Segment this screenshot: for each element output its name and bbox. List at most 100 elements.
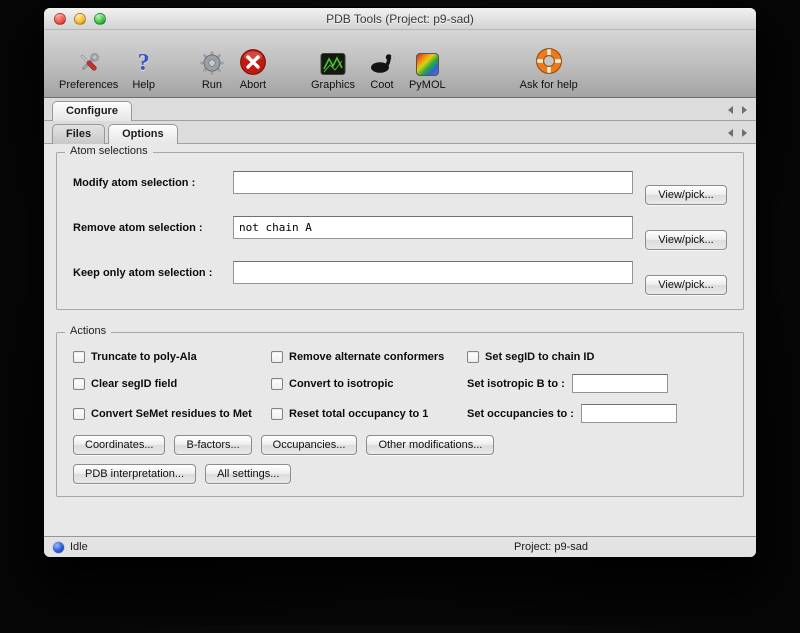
b-factors-button[interactable]: B-factors...: [174, 435, 251, 455]
graphics-button[interactable]: Graphics: [304, 46, 362, 91]
checkbox-icon[interactable]: [73, 408, 85, 420]
graphics-icon: [320, 46, 346, 76]
ask-for-help-label: Ask for help: [520, 79, 578, 91]
tab-scroll-left-icon[interactable]: [728, 106, 733, 114]
checkbox-clear-segid-field[interactable]: Clear segID field: [73, 378, 271, 390]
remove-selection-label: Remove atom selection :: [73, 216, 233, 234]
sub-tab-bar: Files Options: [44, 121, 756, 144]
checkbox-icon[interactable]: [467, 351, 479, 363]
status-bar: Idle Project: p9-sad: [44, 536, 756, 557]
coot-bird-icon: [369, 46, 395, 76]
other-modifications-button[interactable]: Other modifications...: [366, 435, 494, 455]
checkbox-icon[interactable]: [271, 351, 283, 363]
set-isotropic-b-field: Set isotropic B to :: [467, 374, 727, 393]
checkbox-reset-total-occupancy[interactable]: Reset total occupancy to 1: [271, 408, 467, 420]
checkbox-icon[interactable]: [73, 378, 85, 390]
help-label: Help: [132, 79, 155, 91]
status-indicator-icon: [53, 542, 64, 553]
coot-label: Coot: [370, 79, 393, 91]
titlebar[interactable]: PDB Tools (Project: p9-sad): [44, 8, 756, 30]
pdb-interpretation-button[interactable]: PDB interpretation...: [73, 464, 196, 484]
tab-scroll-right-icon[interactable]: [742, 129, 747, 137]
tab-configure-label: Configure: [66, 105, 118, 117]
pymol-button[interactable]: PyMOL: [402, 46, 453, 91]
project-label: Project: p9-sad: [514, 541, 588, 553]
tab-scroll-left-icon[interactable]: [728, 129, 733, 137]
view-pick-keep-only-button[interactable]: View/pick...: [645, 275, 727, 295]
keep-only-selection-label: Keep only atom selection :: [73, 261, 233, 279]
remove-selection-row: Remove atom selection : View/pick...: [73, 216, 727, 250]
occupancies-button[interactable]: Occupancies...: [261, 435, 358, 455]
modify-selection-row: Modify atom selection : View/pick...: [73, 171, 727, 205]
checkbox-label: Convert SeMet residues to Met: [91, 408, 252, 420]
checkbox-truncate-poly-ala[interactable]: Truncate to poly-Ala: [73, 351, 271, 363]
checkbox-set-segid-to-chain-id[interactable]: Set segID to chain ID: [467, 351, 727, 363]
close-button[interactable]: [54, 13, 66, 25]
isotropic-b-input[interactable]: [572, 374, 668, 393]
all-settings-button[interactable]: All settings...: [205, 464, 291, 484]
minimize-button[interactable]: [74, 13, 86, 25]
atom-selections-group: Atom selections Modify atom selection : …: [56, 152, 744, 310]
occupancies-input[interactable]: [581, 404, 677, 423]
help-button[interactable]: ? Help: [125, 46, 162, 91]
coordinates-button[interactable]: Coordinates...: [73, 435, 165, 455]
preferences-icon: [76, 46, 102, 76]
help-icon: ?: [138, 46, 150, 76]
window-controls: [54, 13, 106, 25]
checkbox-convert-to-isotropic[interactable]: Convert to isotropic: [271, 378, 467, 390]
tab-options[interactable]: Options: [108, 124, 178, 144]
checkbox-icon[interactable]: [271, 378, 283, 390]
set-occupancies-label: Set occupancies to :: [467, 408, 574, 420]
preferences-button[interactable]: Preferences: [52, 46, 125, 91]
tab-scroll-right-icon[interactable]: [742, 106, 747, 114]
options-pane: Atom selections Modify atom selection : …: [44, 144, 756, 536]
checkbox-remove-alternate-conformers[interactable]: Remove alternate conformers: [271, 351, 467, 363]
pymol-label: PyMOL: [409, 79, 446, 91]
modify-selection-label: Modify atom selection :: [73, 171, 233, 189]
abort-button[interactable]: Abort: [232, 46, 274, 91]
view-pick-modify-button[interactable]: View/pick...: [645, 185, 727, 205]
coot-button[interactable]: Coot: [362, 46, 402, 91]
run-label: Run: [202, 79, 222, 91]
main-tab-bar: Configure: [44, 98, 756, 121]
toolbar: Preferences ? Help: [44, 30, 756, 98]
run-gear-icon: [199, 46, 225, 76]
remove-selection-input[interactable]: [233, 216, 633, 239]
set-occupancies-field: Set occupancies to :: [467, 404, 727, 423]
tab-scroll-controls: [728, 106, 747, 114]
ask-for-help-button[interactable]: Ask for help: [513, 46, 585, 91]
checkbox-icon[interactable]: [271, 408, 283, 420]
actions-button-row-1: Coordinates... B-factors... Occupancies.…: [73, 435, 727, 455]
checkbox-icon[interactable]: [73, 351, 85, 363]
checkbox-label: Set segID to chain ID: [485, 351, 594, 363]
checkbox-label: Convert to isotropic: [289, 378, 394, 390]
atom-selections-title: Atom selections: [65, 145, 153, 157]
pdb-tools-window: PDB Tools (Project: p9-sad): [44, 8, 756, 557]
actions-button-row-2: PDB interpretation... All settings...: [73, 464, 727, 484]
modify-selection-input[interactable]: [233, 171, 633, 194]
window-title: PDB Tools (Project: p9-sad): [44, 8, 756, 29]
actions-group: Actions Truncate to poly-Ala Remove alte…: [56, 332, 744, 497]
pymol-icon: [416, 46, 439, 76]
abort-icon: [239, 46, 267, 76]
tab-files[interactable]: Files: [52, 124, 105, 144]
checkbox-label: Truncate to poly-Ala: [91, 351, 197, 363]
keep-only-selection-row: Keep only atom selection : View/pick...: [73, 261, 727, 295]
preferences-label: Preferences: [59, 79, 118, 91]
zoom-button[interactable]: [94, 13, 106, 25]
view-pick-remove-button[interactable]: View/pick...: [645, 230, 727, 250]
actions-checkbox-grid: Truncate to poly-Ala Remove alternate co…: [73, 351, 727, 423]
checkbox-convert-semet-to-met[interactable]: Convert SeMet residues to Met: [73, 408, 271, 420]
actions-title: Actions: [65, 325, 111, 337]
tab-configure[interactable]: Configure: [52, 101, 132, 121]
tab-files-label: Files: [66, 128, 91, 140]
keep-only-selection-input[interactable]: [233, 261, 633, 284]
checkbox-label: Remove alternate conformers: [289, 351, 444, 363]
checkbox-label: Clear segID field: [91, 378, 177, 390]
run-button[interactable]: Run: [192, 46, 232, 91]
graphics-label: Graphics: [311, 79, 355, 91]
checkbox-label: Reset total occupancy to 1: [289, 408, 428, 420]
status-text: Idle: [70, 541, 88, 553]
lifebuoy-icon: [534, 46, 564, 76]
desktop: PDB Tools (Project: p9-sad): [0, 8, 800, 633]
